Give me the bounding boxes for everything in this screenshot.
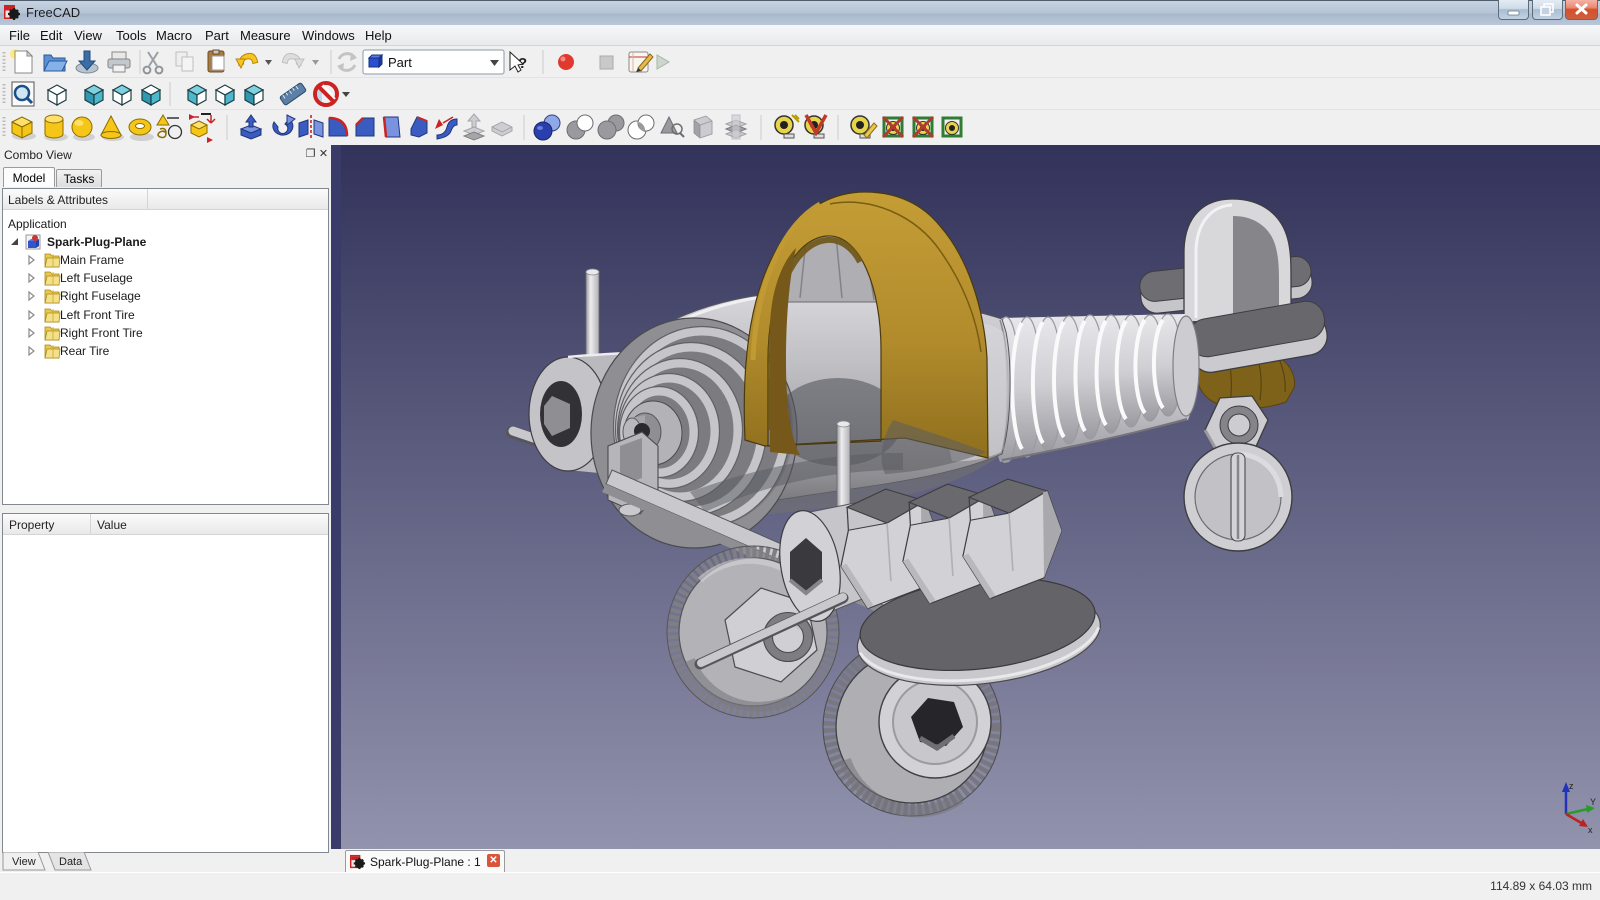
svg-text:?: ? (518, 55, 527, 72)
svg-text:Y: Y (1590, 797, 1596, 807)
svg-text:View: View (12, 856, 36, 868)
svg-text:x: x (1588, 825, 1593, 835)
svg-text:Part: Part (388, 55, 412, 70)
svg-text:Data: Data (59, 856, 83, 868)
svg-text:z: z (1569, 781, 1574, 791)
